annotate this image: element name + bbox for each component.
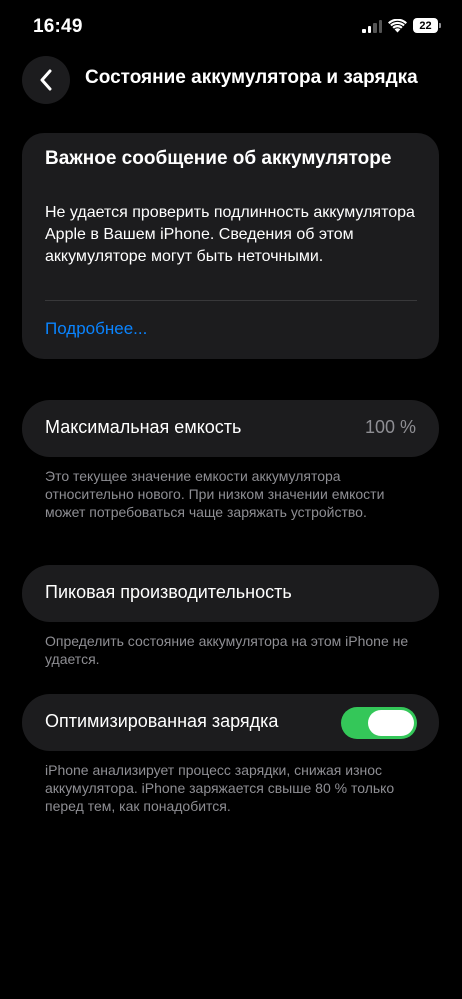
peak-performance-row: Пиковая производительность xyxy=(22,565,439,622)
max-capacity-row: Максимальная емкость 100 % xyxy=(22,400,439,457)
alert-title: Важное сообщение об аккумуляторе xyxy=(45,148,392,169)
max-capacity-value: 100 % xyxy=(364,417,416,437)
battery-icon: 22 xyxy=(413,18,441,33)
wifi-icon xyxy=(388,18,407,32)
status-bar: 16:49 22 xyxy=(0,0,462,54)
optimized-charging-label: Оптимизированная зарядка xyxy=(45,711,279,731)
optimized-charging-toggle[interactable] xyxy=(341,707,417,739)
optimized-charging-footnote: iPhone анализирует процесс зарядки, сниж… xyxy=(45,762,395,814)
peak-performance-footnote: Определить состояние аккумулятора на это… xyxy=(45,633,409,667)
chevron-left-icon xyxy=(40,69,52,91)
alert-message: Не удается проверить подлинность аккумул… xyxy=(45,204,415,265)
optimized-charging-row: Оптимизированная зарядка xyxy=(22,694,439,751)
battery-alert-card: Важное сообщение об аккумуляторе Не удае… xyxy=(22,133,439,359)
learn-more-link[interactable]: Подробнее... xyxy=(45,319,147,339)
peak-performance-label: Пиковая производительность xyxy=(45,582,292,602)
max-capacity-label: Максимальная емкость xyxy=(45,417,242,437)
alert-divider xyxy=(45,300,417,301)
navigation-bar: Состояние аккумулятора и зарядка xyxy=(0,54,462,104)
back-button[interactable] xyxy=(22,56,70,104)
toggle-knob xyxy=(368,710,414,736)
status-time: 16:49 xyxy=(33,16,83,37)
battery-level: 22 xyxy=(419,19,432,32)
status-icons: 22 xyxy=(362,18,441,33)
page-title: Состояние аккумулятора и зарядка xyxy=(85,67,418,88)
max-capacity-footnote: Это текущее значение емкости аккумулятор… xyxy=(45,468,385,520)
cellular-signal-icon xyxy=(362,19,382,33)
